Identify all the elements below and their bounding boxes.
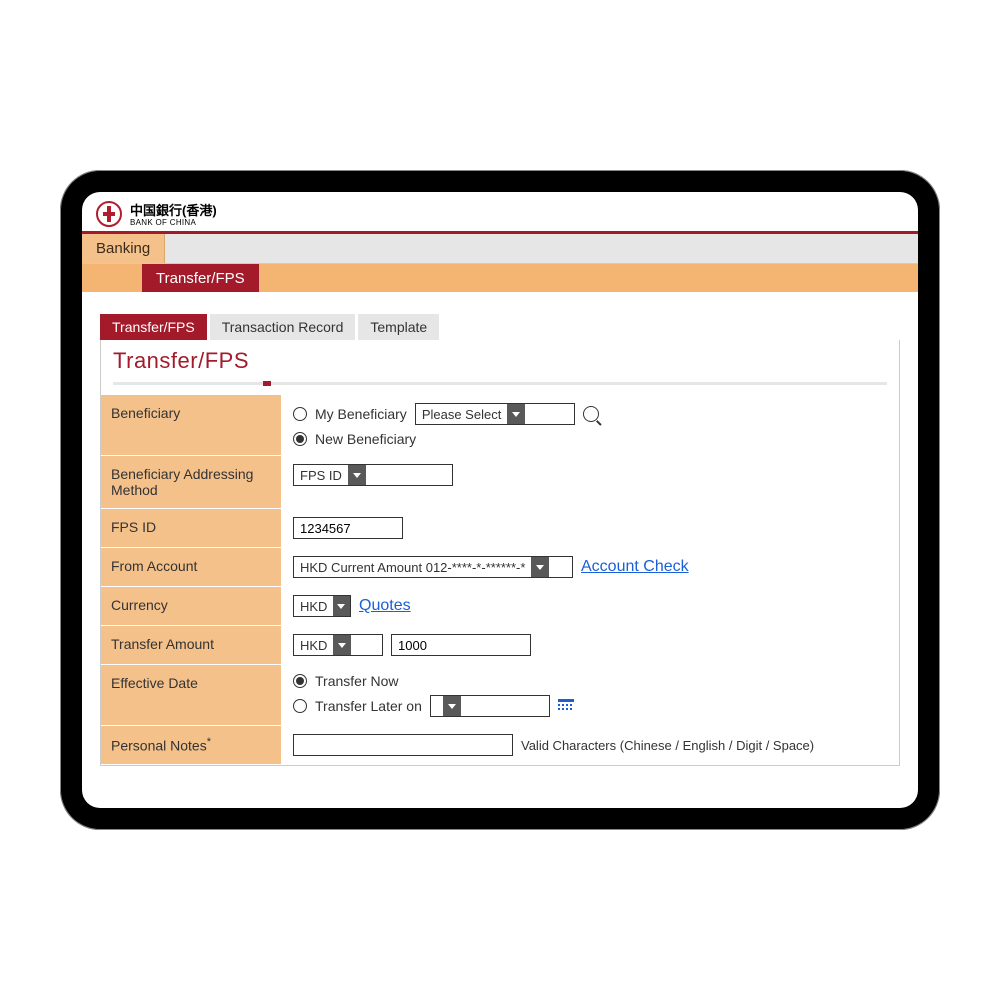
asterisk: * [207, 736, 211, 748]
radio-transfer-now[interactable] [293, 674, 307, 688]
select-beneficiary-value: Please Select [416, 404, 508, 424]
select-beneficiary[interactable]: Please Select [415, 403, 575, 425]
chevron-down-icon [507, 404, 525, 424]
nav-sub: Transfer/FPS [82, 264, 918, 292]
label-addressing-method: Beneficiary Addressing Method [101, 456, 281, 508]
label-personal-notes: Personal Notes* [101, 726, 281, 764]
radio-transfer-later-label: Transfer Later on [315, 698, 422, 714]
row-from-account: From Account HKD Current Amount 012-****… [101, 548, 899, 587]
input-personal-notes[interactable] [293, 734, 513, 756]
select-addressing-method[interactable]: FPS ID [293, 464, 453, 486]
label-personal-notes-text: Personal Notes [111, 738, 207, 754]
label-transfer-amount: Transfer Amount [101, 626, 281, 664]
tab-transfer-fps[interactable]: Transfer/FPS [100, 314, 207, 340]
row-beneficiary: Beneficiary My Beneficiary Please Select [101, 395, 899, 456]
label-effective-date: Effective Date [101, 665, 281, 725]
radio-transfer-now-label: Transfer Now [315, 673, 399, 689]
input-fps-id[interactable] [293, 517, 403, 539]
select-amount-currency-value: HKD [294, 635, 333, 655]
label-beneficiary: Beneficiary [101, 395, 281, 455]
screen: 中国銀行(香港) BANK OF CHINA Banking Transfer/… [82, 192, 918, 808]
radio-new-beneficiary-label: New Beneficiary [315, 431, 416, 447]
calendar-icon[interactable] [558, 699, 574, 713]
tabs: Transfer/FPS Transaction Record Template [100, 314, 900, 340]
select-from-account-value: HKD Current Amount 012-****-*-******-* [294, 557, 531, 577]
search-icon[interactable] [583, 406, 599, 422]
link-account-check[interactable]: Account Check [581, 558, 689, 576]
radio-my-beneficiary[interactable] [293, 407, 307, 421]
chevron-down-icon [333, 596, 350, 616]
radio-new-beneficiary[interactable] [293, 432, 307, 446]
select-transfer-date[interactable] [430, 695, 550, 717]
chevron-down-icon [443, 696, 461, 716]
row-addressing-method: Beneficiary Addressing Method FPS ID [101, 456, 899, 509]
tab-template[interactable]: Template [358, 314, 439, 340]
form-panel: Transfer/FPS Beneficiary My Beneficiary … [100, 340, 900, 766]
tab-transaction-record[interactable]: Transaction Record [210, 314, 356, 340]
select-amount-currency[interactable]: HKD [293, 634, 383, 656]
hint-personal-notes: Valid Characters (Chinese / English / Di… [521, 738, 814, 753]
brand-header: 中国銀行(香港) BANK OF CHINA [82, 192, 918, 231]
nav-top-banking[interactable]: Banking [82, 234, 165, 263]
brand-chinese: 中国銀行(香港) [130, 200, 217, 219]
chevron-down-icon [333, 635, 351, 655]
label-currency: Currency [101, 587, 281, 625]
label-fps-id: FPS ID [101, 509, 281, 547]
select-currency-value: HKD [294, 596, 333, 616]
tablet-frame: 中国銀行(香港) BANK OF CHINA Banking Transfer/… [60, 170, 940, 830]
nav-sub-transfer-fps[interactable]: Transfer/FPS [142, 264, 259, 292]
select-from-account[interactable]: HKD Current Amount 012-****-*-******-* [293, 556, 573, 578]
row-transfer-amount: Transfer Amount HKD [101, 626, 899, 665]
radio-my-beneficiary-label: My Beneficiary [315, 406, 407, 422]
radio-transfer-later[interactable] [293, 699, 307, 713]
select-currency[interactable]: HKD [293, 595, 351, 617]
bank-logo-icon [96, 201, 122, 227]
row-fps-id: FPS ID [101, 509, 899, 548]
page-title: Transfer/FPS [113, 348, 887, 374]
nav-top: Banking [82, 234, 918, 264]
brand-english: BANK OF CHINA [130, 218, 217, 227]
title-underline [113, 382, 887, 385]
link-quotes[interactable]: Quotes [359, 597, 411, 615]
row-personal-notes: Personal Notes* Valid Characters (Chines… [101, 726, 899, 765]
row-currency: Currency HKD Quotes [101, 587, 899, 626]
label-from-account: From Account [101, 548, 281, 586]
chevron-down-icon [531, 557, 549, 577]
chevron-down-icon [348, 465, 366, 485]
select-transfer-date-value [431, 696, 443, 716]
row-effective-date: Effective Date Transfer Now Transfer Lat… [101, 665, 899, 726]
select-addressing-method-value: FPS ID [294, 465, 348, 485]
input-transfer-amount[interactable] [391, 634, 531, 656]
